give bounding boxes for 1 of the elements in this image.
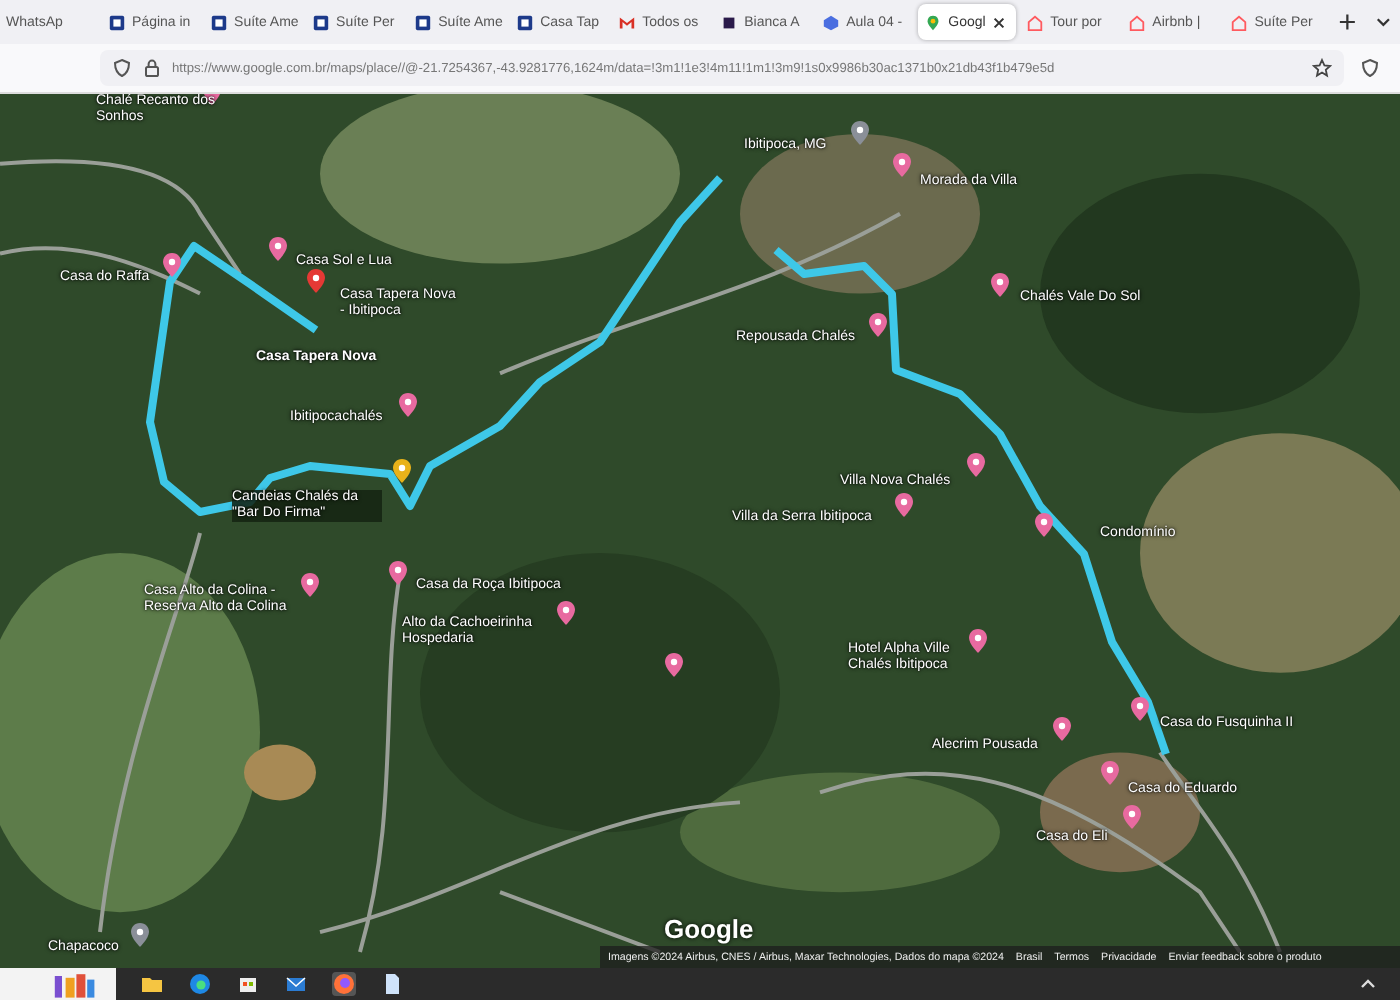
google-logo: Google xyxy=(664,914,754,944)
